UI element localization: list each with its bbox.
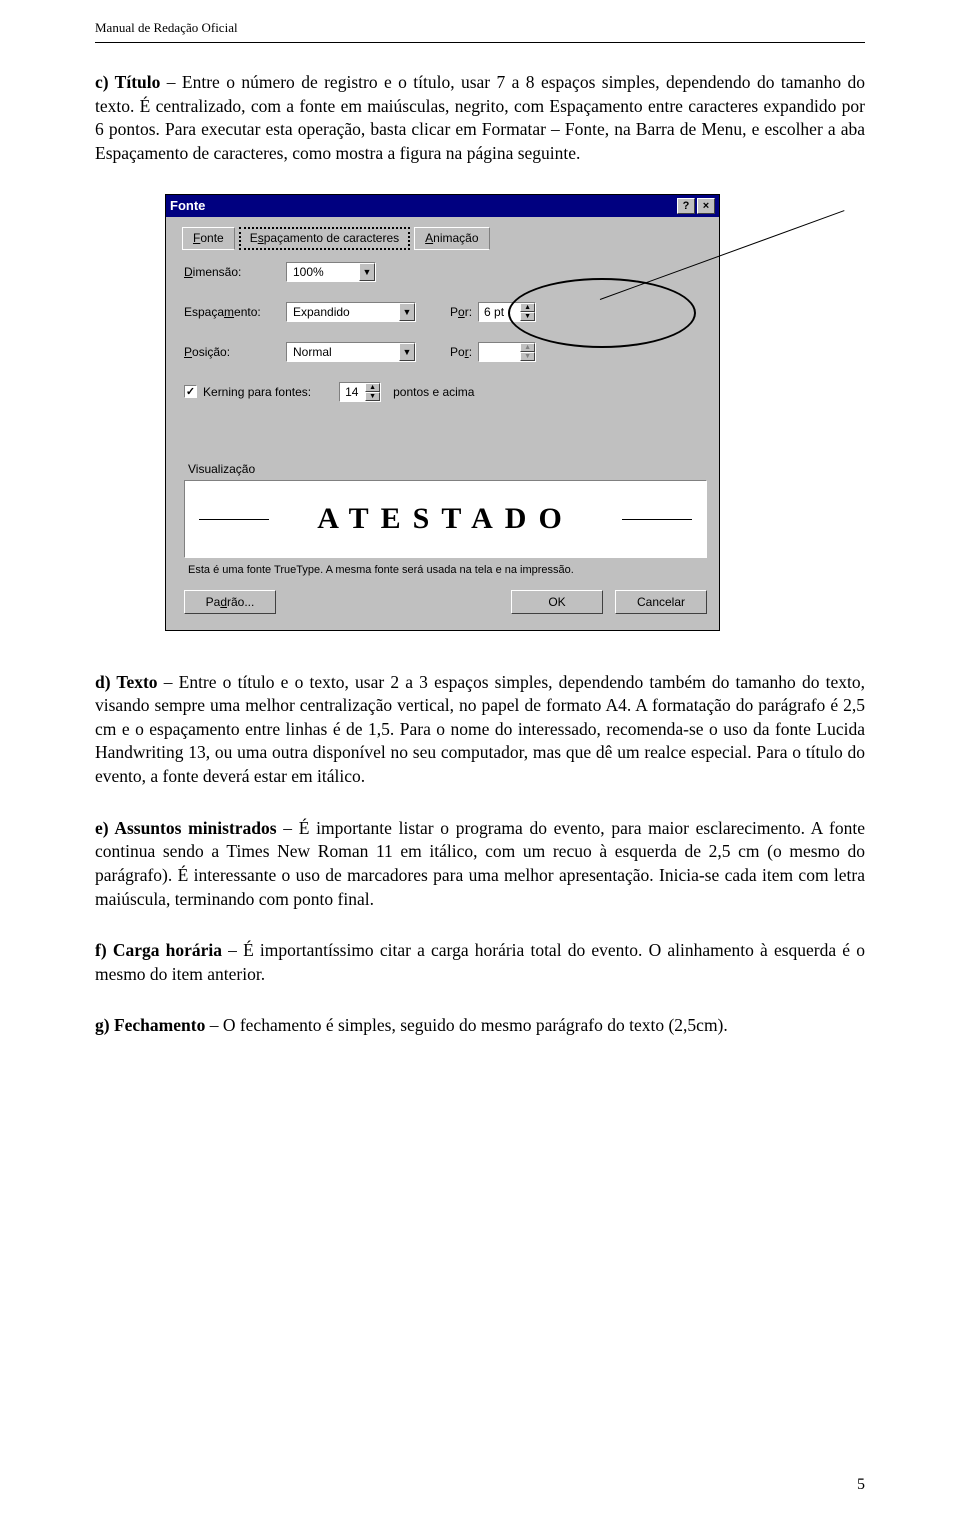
tab-font[interactable]: Fonte: [182, 227, 235, 250]
paragraph-g: g) Fechamento – O fechamento é simples, …: [95, 1014, 865, 1038]
para-d-text: – Entre o título e o texto, usar 2 a 3 e…: [95, 672, 865, 787]
spin-down-icon[interactable]: ▼: [520, 352, 535, 361]
dialog-buttons: Padrão... OK Cancelar: [182, 590, 709, 624]
paragraph-d: d) Texto – Entre o título e o texto, usa…: [95, 671, 865, 789]
kerning-value: 14: [340, 383, 365, 401]
help-button[interactable]: ?: [677, 198, 695, 214]
paragraph-c: c) Título – Entre o número de registro e…: [95, 71, 865, 166]
row-kerning: ✓ Kerning para fontes: 14 ▲▼ pontos e ac…: [184, 382, 709, 402]
dropdown-posicao[interactable]: Normal ▼: [286, 342, 416, 362]
default-button[interactable]: Padrão...: [184, 590, 276, 614]
row-dimensao: Dimensão: 100% ▼: [184, 262, 709, 282]
espacamento-value: Expandido: [287, 303, 399, 321]
label-posicao: Posição:: [184, 345, 280, 359]
chevron-down-icon[interactable]: ▼: [399, 303, 415, 321]
preview-rule-left: [199, 519, 269, 520]
spinner-kerning[interactable]: 14 ▲▼: [339, 382, 381, 402]
dropdown-espacamento[interactable]: Expandido ▼: [286, 302, 416, 322]
spin-up-icon[interactable]: ▲: [520, 303, 535, 312]
cancel-button[interactable]: Cancelar: [615, 590, 707, 614]
spin-down-icon[interactable]: ▼: [365, 392, 380, 401]
titlebar: Fonte ? ×: [166, 195, 719, 217]
para-e-lead: e) Assuntos ministrados: [95, 818, 277, 838]
paragraph-e: e) Assuntos ministrados – É importante l…: [95, 817, 865, 912]
label-dimensao: Dimensão:: [184, 265, 280, 279]
ok-button[interactable]: OK: [511, 590, 603, 614]
para-g-lead: g) Fechamento: [95, 1015, 205, 1035]
header-rule: [95, 42, 865, 43]
row-posicao: Posição: Normal ▼ Por: ▲▼: [184, 342, 709, 362]
font-dialog: Fonte ? × Fonte Espaçamento de caractere…: [165, 194, 720, 631]
spin-up-icon[interactable]: ▲: [520, 343, 535, 352]
page-number: 5: [857, 1476, 865, 1494]
row-espacamento: Espaçamento: Expandido ▼ Por: 6 pt ▲▼: [184, 302, 709, 322]
preview-label: Visualização: [184, 462, 707, 476]
dialog-screenshot: Fonte ? × Fonte Espaçamento de caractere…: [165, 194, 720, 631]
por2-value: [479, 343, 520, 361]
dimensao-value: 100%: [287, 263, 359, 281]
para-c-text: – Entre o número de registro e o título,…: [95, 72, 865, 163]
spin-down-icon[interactable]: ▼: [520, 312, 535, 321]
tab-spacing[interactable]: Espaçamento de caracteres: [239, 227, 410, 250]
posicao-value: Normal: [287, 343, 399, 361]
document-header: Manual de Redação Oficial: [95, 0, 865, 40]
spin-up-icon[interactable]: ▲: [365, 383, 380, 392]
chevron-down-icon[interactable]: ▼: [359, 263, 375, 281]
spinner-por-2[interactable]: ▲▼: [478, 342, 536, 362]
para-d-lead: d) Texto: [95, 672, 158, 692]
preview-note: Esta é uma fonte TrueType. A mesma fonte…: [188, 564, 707, 576]
paragraph-f: f) Carga horária – É importantíssimo cit…: [95, 939, 865, 986]
label-por-2: Por:: [450, 345, 472, 359]
para-f-lead: f) Carga horária: [95, 940, 222, 960]
close-button[interactable]: ×: [697, 198, 715, 214]
kerning-after-label: pontos e acima: [393, 385, 474, 399]
para-g-text: – O fechamento é simples, seguido do mes…: [205, 1015, 727, 1035]
spinner-por-1[interactable]: 6 pt ▲▼: [478, 302, 536, 322]
chevron-down-icon[interactable]: ▼: [399, 343, 415, 361]
kerning-checkbox[interactable]: ✓: [184, 385, 197, 398]
por1-value: 6 pt: [479, 303, 520, 321]
dialog-title: Fonte: [170, 198, 205, 213]
tab-animation[interactable]: Animação: [414, 227, 489, 250]
label-espacamento: Espaçamento:: [184, 305, 280, 319]
preview-box: ATESTADO: [184, 480, 707, 558]
preview-rule-right: [622, 519, 692, 520]
para-c-lead: c) Título: [95, 72, 160, 92]
tabs: Fonte Espaçamento de caracteres Animação: [182, 227, 709, 250]
preview-text: ATESTADO: [317, 502, 574, 536]
preview-group: Visualização ATESTADO Esta é uma fonte T…: [184, 462, 707, 576]
label-por-1: Por:: [450, 305, 472, 319]
dropdown-dimensao[interactable]: 100% ▼: [286, 262, 376, 282]
label-kerning: Kerning para fontes:: [203, 385, 311, 399]
